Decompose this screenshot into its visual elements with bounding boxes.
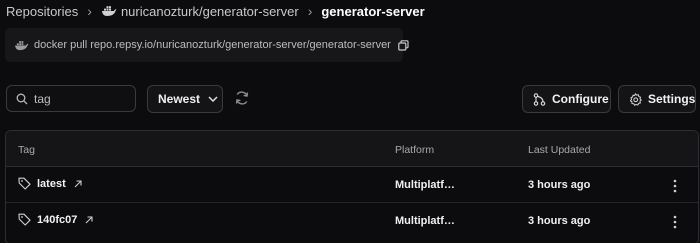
breadcrumb-separator: › [307,3,313,19]
tag-cell: 140fc07 [18,213,93,226]
copy-icon[interactable] [398,39,409,51]
refresh-button[interactable] [232,88,252,108]
last-updated-cell: 3 hours ago [528,179,591,191]
tag-icon [18,177,31,190]
search-input[interactable] [34,91,129,106]
chevron-down-icon [208,96,218,102]
last-updated-cell: 3 hours ago [528,215,591,227]
column-header-platform: Platform [395,144,435,156]
tags-table: Tag Platform Last Updated latest Multipl… [5,130,699,243]
arrow-up-right-icon[interactable] [74,179,82,188]
arrow-up-right-icon[interactable] [85,215,93,224]
sort-value: Newest [158,92,201,106]
tag-search [6,85,136,112]
column-header-tag: Tag [18,144,35,156]
breadcrumb-repo[interactable]: nuricanozturk/generator-server [121,4,299,19]
docker-whale-icon [101,5,117,17]
gear-icon [629,92,642,106]
tag-cell: latest [18,177,82,190]
breadcrumb-current: generator-server [321,3,425,19]
table-row[interactable]: 140fc07 Multiplatf… 3 hours ago [6,203,698,239]
tag-name[interactable]: latest [37,178,66,190]
docker-pull-command: docker pull repo.repsy.io/nuricanozturk/… [5,28,409,62]
docker-whale-icon [14,40,29,51]
platform-cell: Multiplatf… [395,215,455,227]
breadcrumb: Repositories › nuricanozturk/generator-s… [6,0,425,22]
configure-button[interactable]: Configure [522,85,611,113]
search-icon [16,93,28,105]
table-header: Tag Platform Last Updated [6,131,698,167]
tag-name[interactable]: 140fc07 [37,214,77,226]
repository-page: Repositories › nuricanozturk/generator-s… [0,0,700,243]
platform-cell: Multiplatf… [395,179,455,191]
breadcrumb-repositories[interactable]: Repositories [6,4,78,19]
sort-select[interactable]: Newest [147,85,223,113]
table-row[interactable]: latest Multiplatf… 3 hours ago [6,167,698,203]
kebab-menu-icon[interactable] [668,214,682,230]
refresh-icon [234,90,250,106]
kebab-menu-icon[interactable] [668,178,682,194]
branch-icon [533,92,546,106]
breadcrumb-separator: › [87,3,92,19]
settings-label: Settings [648,92,696,106]
settings-button[interactable]: Settings [618,85,696,113]
pull-command-text: docker pull repo.repsy.io/nuricanozturk/… [34,39,391,51]
configure-label: Configure [552,92,609,106]
tag-icon [18,213,31,226]
column-header-last-updated: Last Updated [528,144,591,156]
